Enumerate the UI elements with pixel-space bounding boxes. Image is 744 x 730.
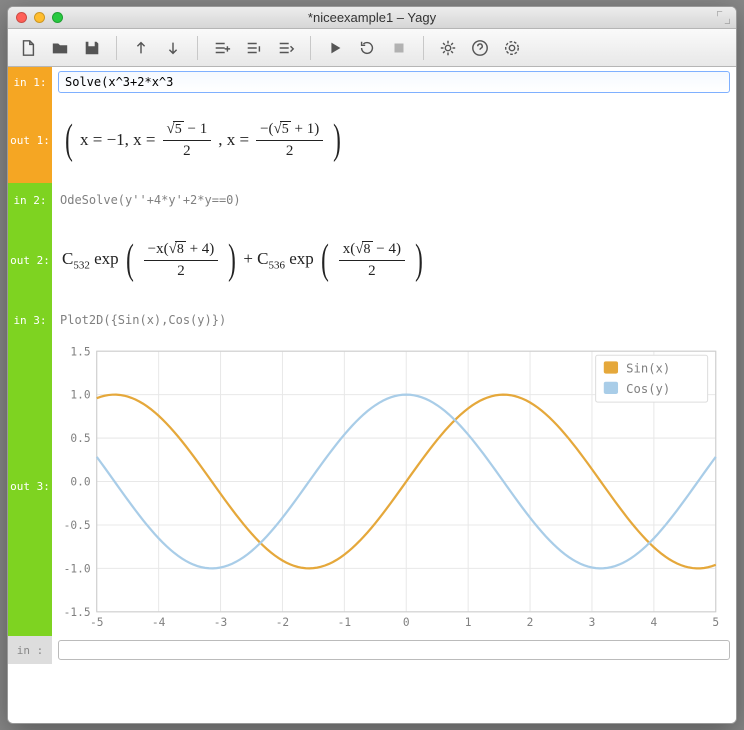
- svg-text:3: 3: [589, 616, 596, 629]
- gutter-out-3: out 3:: [8, 337, 52, 636]
- kernel-button[interactable]: [498, 35, 526, 61]
- move-down-button[interactable]: [159, 35, 187, 61]
- svg-text:0.0: 0.0: [70, 476, 90, 489]
- svg-text:-1.5: -1.5: [64, 606, 91, 619]
- svg-text:-2: -2: [276, 616, 289, 629]
- cell-remove-button[interactable]: [240, 35, 268, 61]
- svg-text:1: 1: [465, 616, 472, 629]
- svg-text:Cos(y): Cos(y): [626, 382, 670, 396]
- traffic-lights: [16, 12, 63, 23]
- gutter-in-1: in 1:: [8, 67, 52, 97]
- window-footer: [8, 715, 736, 723]
- svg-text:-1: -1: [338, 616, 351, 629]
- toolbar-separator: [116, 36, 117, 60]
- restart-button[interactable]: [353, 35, 381, 61]
- fullscreen-icon[interactable]: [717, 11, 730, 24]
- svg-text:-3: -3: [214, 616, 227, 629]
- notebook-content: in 1: out 1: ( x = −1, x = 5 − 12 , x = …: [8, 67, 736, 715]
- gutter-in-2: in 2:: [8, 183, 52, 217]
- code-static-2: OdeSolve(y''+4*y'+2*y==0): [52, 183, 736, 217]
- svg-text:-5: -5: [90, 616, 103, 629]
- gutter-in-3: in 3:: [8, 303, 52, 337]
- gutter-out-1: out 1:: [8, 97, 52, 183]
- svg-text:5: 5: [712, 616, 719, 629]
- svg-text:-0.5: -0.5: [64, 519, 91, 532]
- output-1: ( x = −1, x = 5 − 12 , x = −(5 + 1)2 ): [52, 97, 736, 183]
- stop-button[interactable]: [385, 35, 413, 61]
- output-2: C532 exp( −x(8 + 4)2 ) + C536 exp( x(8 −…: [52, 217, 736, 303]
- plot2d-chart: -5 -4 -3 -2 -1 0 1 2 3 4 5 -1.5 -1.0 -0.5 0.0 0.5 1.0 1.5…: [56, 341, 728, 636]
- help-button[interactable]: [466, 35, 494, 61]
- move-up-button[interactable]: [127, 35, 155, 61]
- svg-text:Sin(x): Sin(x): [626, 362, 670, 376]
- svg-text:-1.0: -1.0: [64, 562, 91, 575]
- code-input-1[interactable]: [58, 71, 730, 93]
- svg-text:1.0: 1.0: [70, 389, 90, 402]
- svg-text:2: 2: [527, 616, 534, 629]
- save-button[interactable]: [78, 35, 106, 61]
- app-window: *niceexample1 – Yagy: [7, 6, 737, 724]
- new-file-button[interactable]: [14, 35, 42, 61]
- toolbar-separator: [310, 36, 311, 60]
- window-title: *niceexample1 – Yagy: [8, 10, 736, 25]
- zoom-icon[interactable]: [52, 12, 63, 23]
- run-button[interactable]: [321, 35, 349, 61]
- gutter-out-2: out 2:: [8, 217, 52, 303]
- cell-add-button[interactable]: [208, 35, 236, 61]
- close-icon[interactable]: [16, 12, 27, 23]
- toolbar: [8, 29, 736, 67]
- gutter-in-blank: in :: [8, 636, 52, 664]
- toolbar-separator: [197, 36, 198, 60]
- code-static-3: Plot2D({Sin(x),Cos(y)}): [52, 303, 736, 337]
- svg-text:0.5: 0.5: [70, 432, 90, 445]
- toolbar-separator: [423, 36, 424, 60]
- output-3-chart: -5 -4 -3 -2 -1 0 1 2 3 4 5 -1.5 -1.0 -0.5 0.0 0.5 1.0 1.5…: [52, 337, 736, 636]
- open-file-button[interactable]: [46, 35, 74, 61]
- minimize-icon[interactable]: [34, 12, 45, 23]
- cell-swap-button[interactable]: [272, 35, 300, 61]
- svg-text:4: 4: [650, 616, 657, 629]
- code-input-blank[interactable]: [58, 640, 730, 660]
- svg-text:-4: -4: [152, 616, 166, 629]
- settings-button[interactable]: [434, 35, 462, 61]
- titlebar: *niceexample1 – Yagy: [8, 7, 736, 29]
- svg-text:0: 0: [403, 616, 410, 629]
- svg-text:1.5: 1.5: [70, 345, 90, 358]
